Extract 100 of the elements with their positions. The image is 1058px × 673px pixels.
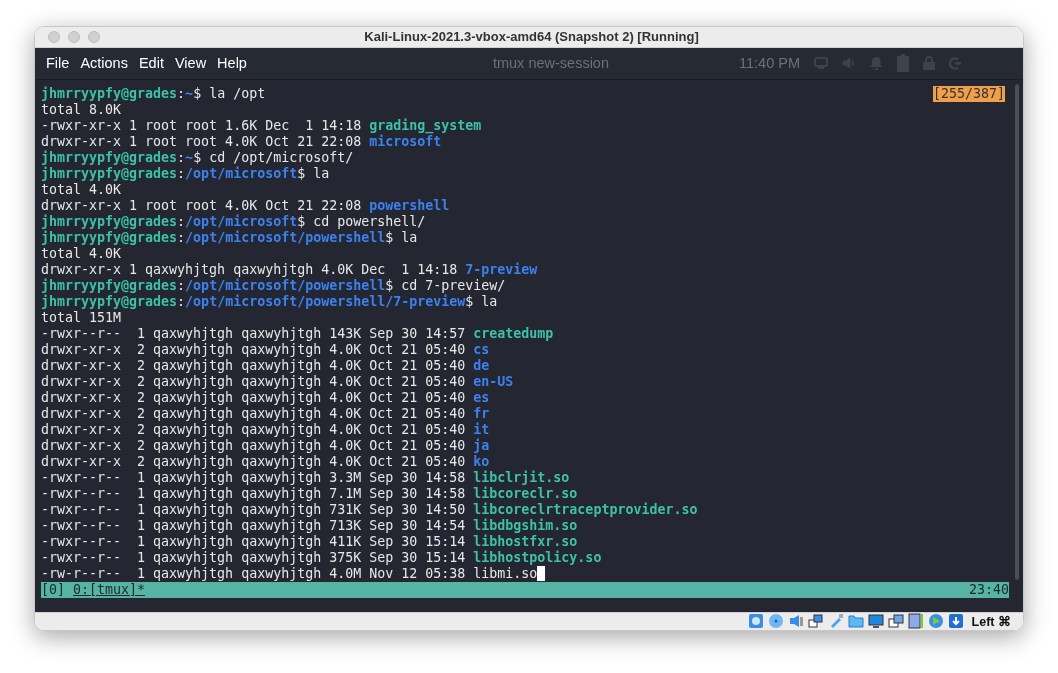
prompt-separator: : (177, 149, 186, 166)
output-text: total 151M (41, 309, 122, 326)
file-info: -rwxr--r-- 1 qaxwyhjtgh qaxwyhjtgh 713K Sep 30 14:54 (41, 517, 467, 534)
file-name: createdump (473, 325, 554, 342)
file-name: powershell (369, 197, 450, 214)
file-info: -rwxr-xr-x 1 root root 1.6K Dec 1 14:18 (41, 117, 363, 134)
command-text: $ la (465, 293, 498, 310)
file-info: -rwxr--r-- 1 qaxwyhjtgh qaxwyhjtgh 3.3M Sep 30 14:58 (41, 469, 467, 486)
file-info: drwxr-xr-x 2 qaxwyhjtgh qaxwyhjtgh 4.0K Oct 21 05:40 (41, 373, 467, 390)
prompt-path: ~ (185, 149, 194, 166)
file-info: -rw-r--r-- 1 qaxwyhjtgh qaxwyhjtgh 4.0M Nov 12 05:38 (41, 565, 467, 582)
output-text: total 8.0K (41, 101, 122, 118)
prompt-separator: : (177, 229, 186, 246)
file-name: de (473, 357, 490, 374)
command-text: $ cd /opt/microsoft/ (193, 149, 354, 166)
scrollbar[interactable] (1015, 83, 1019, 580)
prompt-user: jhmrryypfy@grades (41, 149, 178, 166)
file-name: libdbgshim.so (473, 517, 578, 534)
file-name: cs (473, 341, 490, 358)
output-text: total 4.0K (41, 245, 122, 262)
file-info: drwxr-xr-x 2 qaxwyhjtgh qaxwyhjtgh 4.0K Oct 21 05:40 (41, 421, 467, 438)
file-name: grading_system (369, 117, 482, 134)
file-info: drwxr-xr-x 2 qaxwyhjtgh qaxwyhjtgh 4.0K Oct 21 05:40 (41, 405, 467, 422)
file-name: libcoreclr.so (473, 485, 578, 502)
prompt-path: /opt/microsoft/powershell/7-preview (185, 293, 466, 310)
window-label[interactable]: 0:[tmux]* (73, 581, 146, 597)
prompt-user: jhmrryypfy@grades (41, 213, 178, 230)
speaker-icon[interactable] (787, 613, 804, 630)
prompt-separator: : (177, 85, 186, 102)
prompt-separator: : (177, 277, 186, 294)
prompt-path: /opt/microsoft/powershell (185, 229, 386, 246)
menu-item[interactable]: Edit (133, 55, 169, 72)
command-text: $ cd powershell/ (297, 213, 426, 230)
monitor-icon (814, 57, 828, 70)
file-name: libhostfxr.so (473, 533, 578, 550)
file-name: libcoreclrtraceptprovider.so (473, 501, 698, 518)
bell-icon (870, 56, 883, 71)
prompt-user: jhmrryypfy@grades (41, 277, 178, 294)
file-info: drwxr-xr-x 2 qaxwyhjtgh qaxwyhjtgh 4.0K Oct 21 05:40 (41, 389, 467, 406)
file-name: fr (473, 405, 490, 422)
file-name: libclrjit.so (473, 469, 570, 486)
menu-item[interactable]: Actions (75, 55, 133, 72)
prompt-user: jhmrryypfy@grades (41, 293, 178, 310)
minimize-button[interactable] (68, 30, 80, 43)
session-label: [0] (41, 581, 66, 597)
file-name: es (473, 389, 490, 406)
file-name: it (473, 421, 490, 438)
output-text: total 4.0K (41, 181, 122, 198)
prompt-separator: : (177, 165, 186, 182)
host-key-label: Left ⌘ (971, 613, 1011, 629)
battery-icon (897, 54, 909, 73)
close-button[interactable] (48, 30, 60, 43)
file-info: -rwxr--r-- 1 qaxwyhjtgh qaxwyhjtgh 143K Sep 30 14:57 (41, 325, 467, 342)
file-name: en-US (473, 373, 514, 390)
menu-item[interactable]: View (169, 55, 212, 72)
file-name: libhostpolicy.so (473, 549, 602, 566)
file-name: ja (473, 437, 490, 454)
prompt-user: jhmrryypfy@grades (41, 229, 178, 246)
file-info: drwxr-xr-x 1 qaxwyhjtgh qaxwyhjtgh 4.0K Dec 1 14:18 (41, 261, 459, 278)
file-info: -rwxr--r-- 1 qaxwyhjtgh qaxwyhjtgh 731K Sep 30 14:50 (41, 501, 467, 518)
menu-item[interactable]: File (41, 55, 75, 72)
command-text: $ la /opt (193, 85, 266, 102)
prompt-path: /opt/microsoft/powershell (185, 277, 386, 294)
file-info: -rwxr--r-- 1 qaxwyhjtgh qaxwyhjtgh 7.1M Sep 30 14:58 (41, 485, 467, 502)
scroll-position: [255/387] (932, 85, 1005, 102)
prompt-user: jhmrryypfy@grades (41, 165, 178, 182)
command-text: $ la (297, 165, 330, 182)
file-info: -rwxr--r-- 1 qaxwyhjtgh qaxwyhjtgh 375K Sep 30 15:14 (41, 549, 467, 566)
file-info: drwxr-xr-x 2 qaxwyhjtgh qaxwyhjtgh 4.0K Oct 21 05:40 (41, 357, 467, 374)
file-name: ko (473, 453, 490, 470)
speaker-icon (842, 56, 856, 71)
screens-icon[interactable] (887, 613, 904, 630)
panel-clock: 11:40 PM (739, 55, 800, 72)
lock-icon (923, 56, 935, 71)
file-info: drwxr-xr-x 2 qaxwyhjtgh qaxwyhjtgh 4.0K Oct 21 05:40 (41, 453, 467, 470)
command-text: $ cd 7-preview/ (385, 277, 506, 294)
menu-item[interactable]: Help (212, 55, 252, 72)
file-info: drwxr-xr-x 1 root root 4.0K Oct 21 22:08 (41, 197, 363, 214)
prompt-path: /opt/microsoft (185, 213, 298, 230)
file-name: 7-preview (465, 261, 538, 278)
file-info: drwxr-xr-x 2 qaxwyhjtgh qaxwyhjtgh 4.0K Oct 21 05:40 (41, 341, 467, 358)
status-time: 23:40 (968, 581, 1009, 598)
prompt-path: /opt/microsoft (185, 165, 298, 182)
prompt-separator: : (177, 293, 186, 310)
download-icon[interactable] (947, 613, 964, 630)
logout-icon (949, 56, 962, 70)
file-name: libmi.so (473, 565, 538, 582)
prompt-path: ~ (185, 85, 194, 102)
zoom-button[interactable] (88, 30, 100, 43)
file-info: -rwxr--r-- 1 qaxwyhjtgh qaxwyhjtgh 411K Sep 30 15:14 (41, 533, 467, 550)
prompt-user: jhmrryypfy@grades (41, 85, 178, 102)
window-title: Kali-Linux-2021.3-vbox-amd64 (Snapshot 2) [Running] (364, 29, 700, 45)
display-icon[interactable] (867, 613, 884, 630)
command-text: $ la (385, 229, 418, 246)
taskbar-task: tmux new-session (492, 55, 609, 72)
file-info: drwxr-xr-x 2 qaxwyhjtgh qaxwyhjtgh 4.0K Oct 21 05:40 (41, 437, 467, 454)
file-info: drwxr-xr-x 1 root root 4.0K Oct 21 22:08 (41, 133, 363, 150)
prompt-separator: : (177, 213, 186, 230)
file-name: microsoft (369, 133, 442, 150)
optical-disc-icon[interactable] (767, 613, 784, 630)
